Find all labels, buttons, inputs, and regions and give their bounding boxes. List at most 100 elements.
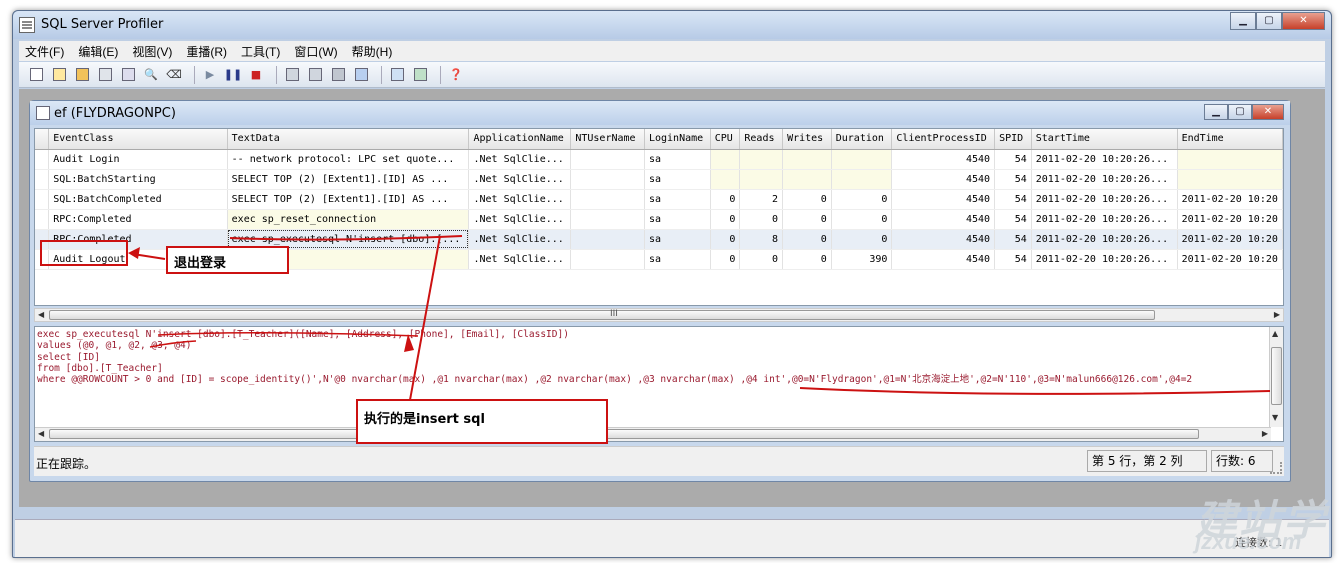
column-header[interactable]: ClientProcessID bbox=[891, 129, 996, 150]
column-header[interactable]: TextData bbox=[227, 129, 470, 150]
menu-window[interactable]: 窗口(W) bbox=[294, 43, 337, 60]
text-vertical-scrollbar[interactable]: ▲ ▼ bbox=[1269, 327, 1283, 427]
table-cell: .Net SqlClie... bbox=[468, 169, 572, 190]
tuning-advisor-icon[interactable] bbox=[411, 66, 429, 84]
site-watermark: 建站学 jzxue.com bbox=[1195, 487, 1327, 554]
table-cell: 54 bbox=[994, 249, 1032, 270]
trace-maximize-button[interactable]: ▢ bbox=[1228, 104, 1252, 120]
column-header[interactable]: CPU bbox=[710, 129, 741, 150]
trace-close-button[interactable]: ✕ bbox=[1252, 104, 1284, 120]
scroll-right-arrow-icon[interactable]: ▶ bbox=[1262, 429, 1268, 438]
row-header-corner bbox=[35, 129, 50, 150]
column-header[interactable]: ApplicationName bbox=[468, 129, 572, 150]
help-icon[interactable]: ❓ bbox=[447, 66, 465, 84]
table-cell: exec sp_reset_connection bbox=[227, 209, 470, 230]
table-cell: 0 bbox=[710, 209, 741, 230]
table-cell: Audit Login bbox=[48, 149, 228, 170]
table-cell: SELECT TOP (2) [Extent1].[ID] AS ... bbox=[227, 169, 470, 190]
scroll-left-arrow-icon[interactable]: ◀ bbox=[38, 310, 44, 319]
table-cell: 2011-02-20 10:20:26... bbox=[1031, 249, 1178, 270]
table-cell bbox=[1177, 149, 1283, 170]
column-header[interactable]: StartTime bbox=[1031, 129, 1178, 150]
scroll-up-arrow-icon[interactable]: ▲ bbox=[1272, 329, 1278, 338]
menu-file[interactable]: 文件(F) bbox=[25, 43, 64, 60]
textdata-pane[interactable]: exec sp_executesql N'insert [dbo].[T_Tea… bbox=[34, 326, 1284, 442]
table-cell bbox=[570, 209, 645, 230]
table-cell: 0 bbox=[782, 189, 832, 210]
sql-text[interactable]: exec sp_executesql N'insert [dbo].[T_Tea… bbox=[37, 329, 1267, 423]
table-cell: SQL:BatchStarting bbox=[48, 169, 228, 190]
find-icon[interactable]: 🔍 bbox=[142, 66, 160, 84]
column-header[interactable]: SPID bbox=[994, 129, 1032, 150]
title-bar[interactable]: SQL Server Profiler ▁ ▢ ✕ bbox=[13, 11, 1331, 39]
column-header[interactable]: LoginName bbox=[644, 129, 711, 150]
trace-minimize-button[interactable]: ▁ bbox=[1204, 104, 1228, 120]
column-header[interactable]: NTUserName bbox=[570, 129, 645, 150]
table-row[interactable]: RPC:Completed exec sp_reset_connection .… bbox=[35, 209, 1283, 230]
table-row[interactable]: SQL:BatchCompleted SELECT TOP (2) [Exten… bbox=[35, 189, 1283, 210]
minimize-button[interactable]: ▁ bbox=[1230, 12, 1256, 30]
auto-scroll-icon[interactable] bbox=[352, 66, 370, 84]
open-icon[interactable] bbox=[73, 66, 91, 84]
step-icon[interactable] bbox=[283, 66, 301, 84]
sql-line: from [dbo].[T_Teacher] bbox=[37, 362, 163, 374]
new-template-icon[interactable] bbox=[50, 66, 68, 84]
column-header[interactable]: Duration bbox=[831, 129, 893, 150]
menu-edit[interactable]: 编辑(E) bbox=[78, 43, 118, 60]
table-cell: 54 bbox=[994, 229, 1032, 250]
trace-window-title-bar[interactable]: ef (FLYDRAGONPC) ▁ ▢ ✕ bbox=[30, 101, 1290, 125]
resize-grip-icon[interactable] bbox=[1270, 462, 1282, 474]
table-cell: 4540 bbox=[891, 149, 996, 170]
cursor-position: 第 5 行，第 2 列 bbox=[1087, 450, 1207, 472]
table-cell: 0 bbox=[831, 189, 893, 210]
column-header[interactable]: EndTime bbox=[1177, 129, 1283, 150]
run-icon[interactable]: ▶ bbox=[201, 66, 219, 84]
clear-icon[interactable]: ⌫ bbox=[165, 66, 183, 84]
table-cell: 4540 bbox=[891, 189, 996, 210]
scroll-thumb[interactable]: III bbox=[49, 309, 1155, 320]
stop-icon[interactable]: ■ bbox=[247, 66, 265, 84]
menu-replay[interactable]: 重播(R) bbox=[186, 43, 227, 60]
table-cell: 0 bbox=[782, 249, 832, 270]
grid-horizontal-scrollbar[interactable]: ◀ III ▶ bbox=[34, 308, 1284, 322]
table-cell bbox=[739, 149, 784, 170]
table-cell: .Net SqlClie... bbox=[468, 249, 572, 270]
scroll-right-arrow-icon[interactable]: ▶ bbox=[1274, 310, 1280, 319]
table-cell: 54 bbox=[994, 149, 1032, 170]
column-header[interactable]: EventClass bbox=[48, 129, 228, 150]
pause-icon[interactable]: ❚❚ bbox=[224, 66, 242, 84]
maximize-button[interactable]: ▢ bbox=[1256, 12, 1282, 30]
toolbar-separator bbox=[276, 65, 277, 84]
bookmark-icon[interactable] bbox=[329, 66, 347, 84]
menu-help[interactable]: 帮助(H) bbox=[352, 43, 393, 60]
table-cell: 0 bbox=[782, 209, 832, 230]
table-cell: .Net SqlClie... bbox=[468, 229, 572, 250]
scroll-down-arrow-icon[interactable]: ▼ bbox=[1272, 413, 1278, 422]
menu-view[interactable]: 视图(V) bbox=[132, 43, 172, 60]
menu-tools[interactable]: 工具(T) bbox=[241, 43, 280, 60]
scroll-thumb[interactable] bbox=[49, 429, 1199, 439]
table-cell bbox=[710, 149, 741, 170]
table-cell: SELECT TOP (2) [Extent1].[ID] AS ... bbox=[227, 189, 470, 210]
table-cell bbox=[570, 189, 645, 210]
properties-icon[interactable] bbox=[119, 66, 137, 84]
table-cell: 0 bbox=[739, 249, 784, 270]
table-cell: 2 bbox=[739, 189, 784, 210]
table-cell: 0 bbox=[710, 249, 741, 270]
scroll-left-arrow-icon[interactable]: ◀ bbox=[38, 429, 44, 438]
text-horizontal-scrollbar[interactable]: ◀ ▶ bbox=[35, 427, 1271, 441]
close-button[interactable]: ✕ bbox=[1282, 12, 1325, 30]
scroll-thumb[interactable] bbox=[1271, 347, 1282, 405]
column-header[interactable]: Writes bbox=[782, 129, 832, 150]
save-icon[interactable] bbox=[96, 66, 114, 84]
activity-monitor-icon[interactable] bbox=[388, 66, 406, 84]
column-header[interactable]: Reads bbox=[739, 129, 784, 150]
run-to-cursor-icon[interactable] bbox=[306, 66, 324, 84]
table-cell bbox=[739, 169, 784, 190]
table-cell: 54 bbox=[994, 209, 1032, 230]
table-row[interactable]: Audit Login -- network protocol: LPC set… bbox=[35, 149, 1283, 170]
table-row[interactable]: SQL:BatchStarting SELECT TOP (2) [Extent… bbox=[35, 169, 1283, 190]
new-trace-icon[interactable] bbox=[27, 66, 45, 84]
table-cell bbox=[710, 169, 741, 190]
toolbar-separator bbox=[194, 65, 195, 84]
